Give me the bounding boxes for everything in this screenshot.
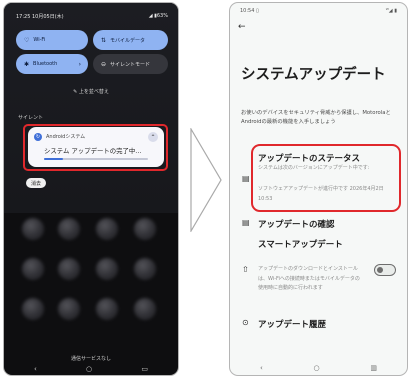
page-title: システムアップデート: [241, 67, 386, 83]
tile-bluetooth[interactable]: ✱ Bluetooth ›: [16, 54, 88, 74]
smart-update-label: スマートアップデート: [258, 240, 343, 250]
home-icon[interactable]: ○: [314, 364, 320, 372]
tile-wifi[interactable]: ♡ Wi-Fi: [16, 30, 88, 50]
status-bar: 10:54 ▯ ᵂ◢ ▮: [240, 8, 397, 14]
navigation-bar: ‹ ○ ▥: [260, 364, 377, 372]
status-bar: 17:25 10月05日(木) ◢ ▮63%: [16, 11, 168, 21]
status-time: 17:25 10月05日(木): [16, 13, 64, 20]
tile-wifi-label: Wi-Fi: [33, 37, 46, 43]
bluetooth-icon: ✱: [24, 60, 30, 68]
highlight-box-notification: [23, 124, 168, 171]
blurred-app-icon: [58, 298, 80, 320]
wifi-icon: ♡: [24, 36, 30, 44]
mobile-data-icon: ⇅: [101, 36, 107, 44]
silent-mode-icon: ⊖: [101, 60, 107, 68]
blurred-app-icon: [22, 258, 44, 280]
blurred-app-icon: [134, 258, 156, 280]
blurred-app-icon: [96, 258, 118, 280]
toggle-knob: [377, 267, 383, 273]
smart-update-toggle[interactable]: [374, 264, 396, 276]
smart-update-description: アップデートのダウンロードとインストールは、Wi-Fiへの接続時またはモバイルデ…: [258, 266, 360, 291]
back-icon[interactable]: ‹: [260, 364, 263, 372]
recents-icon[interactable]: ▭: [141, 365, 148, 373]
update-status-icon: ▤: [242, 174, 250, 183]
transition-arrow-icon: [190, 128, 222, 232]
home-icon[interactable]: ○: [86, 365, 92, 373]
smart-update-icon: ⇧: [242, 265, 249, 274]
check-update-label: アップデートの確認: [258, 220, 335, 230]
check-update-icon: ▤: [242, 218, 250, 227]
blurred-app-icon: [22, 298, 44, 320]
status-icons: ᵂ◢ ▮: [385, 8, 397, 14]
history-icon: ⊙: [242, 318, 249, 327]
blurred-app-icon: [58, 258, 80, 280]
back-arrow-icon[interactable]: ←: [238, 22, 246, 32]
recents-icon[interactable]: ▥: [370, 364, 377, 372]
tile-silent-mode[interactable]: ⊖ サイレントモード: [93, 54, 168, 74]
tile-mobile-data[interactable]: ⇅ モバイルデータ: [93, 30, 168, 50]
section-heading-silent: サイレント: [18, 115, 44, 121]
tile-mobile-data-label: モバイルデータ: [110, 37, 146, 44]
back-icon[interactable]: ‹: [34, 365, 37, 373]
blurred-app-icon: [22, 218, 44, 240]
blurred-app-icon: [134, 218, 156, 240]
highlight-box-update-status: [251, 144, 401, 212]
chevron-right-icon: ›: [78, 60, 81, 68]
status-battery: ◢ ▮63%: [148, 13, 168, 19]
quick-settings-screen: 17:25 10月05日(木) ◢ ▮63% ♡ Wi-Fi ⇅ モバイルデータ…: [3, 2, 179, 376]
update-history-item[interactable]: ⊙ アップデート履歴: [230, 317, 407, 333]
navigation-bar: ‹ ○ ▭: [34, 365, 148, 373]
system-update-screen: 10:54 ▯ ᵂ◢ ▮ ← システムアップデート お使いのデバイスをセキュリテ…: [229, 2, 408, 376]
blurred-app-icon: [96, 298, 118, 320]
page-description: お使いのデバイスをセキュリティ脅威から保護し、MotorolaとAndroidの…: [241, 110, 391, 125]
carrier-status: 通信サービスなし: [70, 356, 111, 362]
tile-bluetooth-label: Bluetooth: [33, 61, 58, 67]
tile-silent-mode-label: サイレントモード: [110, 61, 151, 68]
clear-all-button[interactable]: 消去: [26, 178, 46, 188]
blurred-app-icon: [134, 298, 156, 320]
blurred-home-icons: [18, 218, 168, 338]
blurred-app-icon: [58, 218, 80, 240]
check-update-item[interactable]: ▤ アップデートの確認: [230, 217, 407, 233]
status-time: 10:54 ▯: [240, 8, 259, 14]
blurred-app-icon: [96, 218, 118, 240]
edit-tiles-button[interactable]: ✎ 上を並べ替え: [4, 88, 178, 95]
update-history-label: アップデート履歴: [258, 320, 327, 330]
